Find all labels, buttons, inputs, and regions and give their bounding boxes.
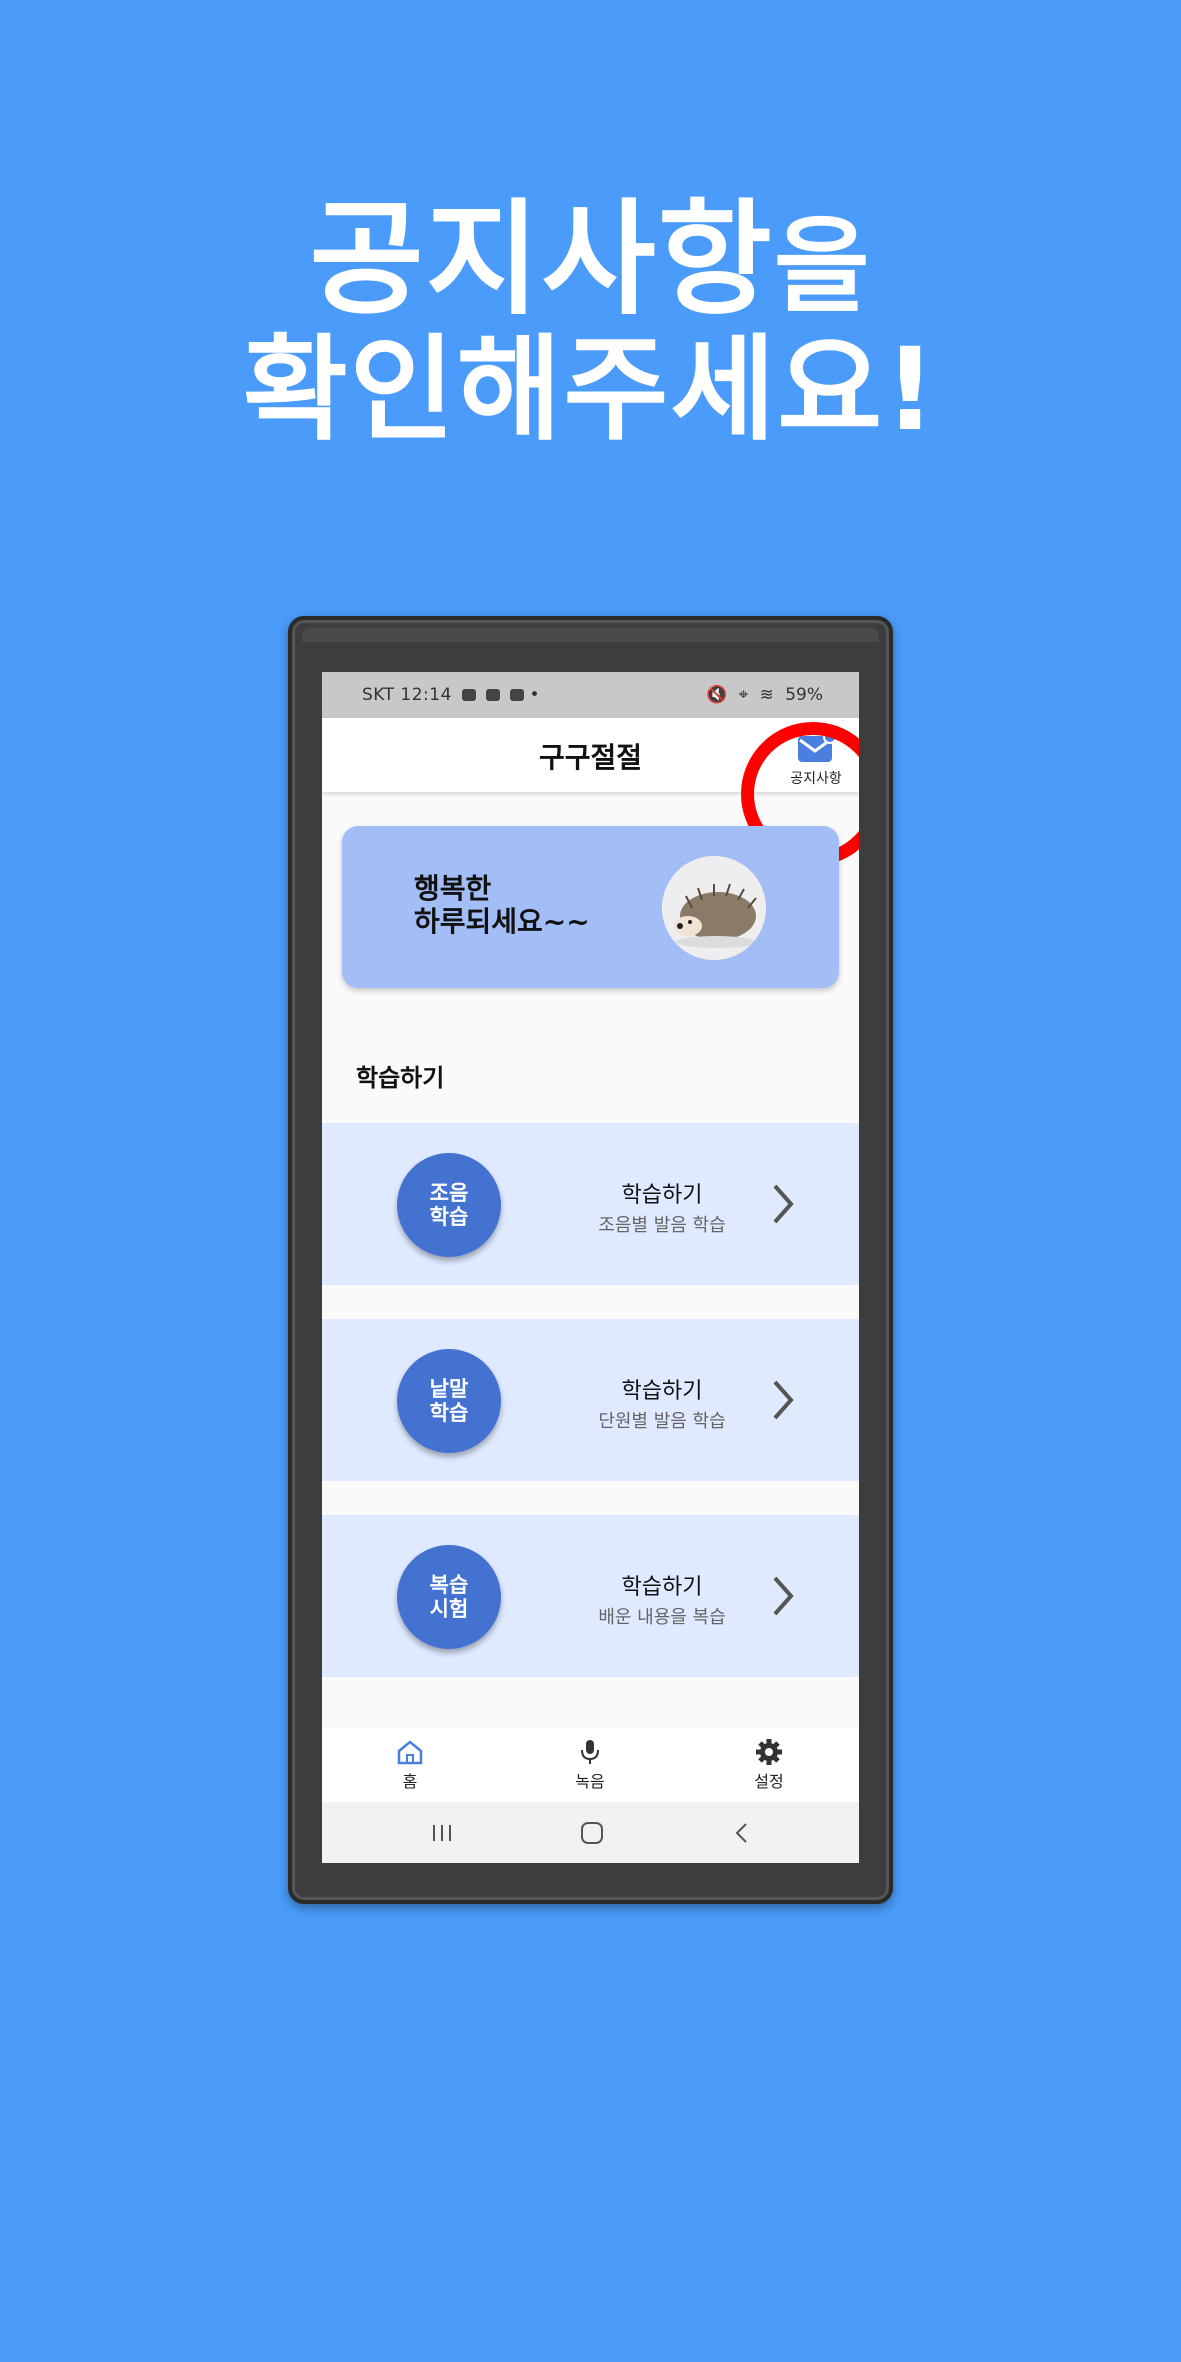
carrier-time-text: SKT 12:14 [362,685,452,705]
phone-frame: SKT 12:14 • 🔇 ⌖ ≋ 59% 구구절절 공지사항 행복한 하루되세… [288,616,893,1904]
headline-line2: 확인해주세요! [242,323,939,456]
study-subtitle: 배운 내용을 복습 [598,1607,726,1628]
headline-line1: 공지사항을 [0,190,1181,336]
study-title: 학습하기 [621,1379,703,1404]
wifi-icon: ≋ [759,685,774,705]
recent-apps-icon[interactable] [422,1820,462,1846]
chat-notification-icon [461,689,476,701]
nav-settings[interactable]: 설정 [709,1738,829,1792]
nav-record-label: 녹음 [575,1772,605,1791]
more-notifications-dot-icon: • [529,685,541,705]
back-icon[interactable] [722,1820,762,1846]
hedgehog-image [662,856,766,960]
study-text: 학습하기 조음별 발음 학습 [562,1177,762,1237]
chevron-right-icon [773,1576,794,1616]
study-badge: 조음 학습 [397,1153,501,1257]
nav-settings-label: 설정 [754,1772,784,1791]
greeting-card: 행복한 하루되세요~~ [342,826,839,988]
study-subtitle: 단원별 발음 학습 [598,1411,726,1432]
nav-record[interactable]: 녹음 [530,1738,650,1792]
gear-icon [756,1739,782,1765]
study-row-words[interactable]: 낱말 학습 학습하기 단원별 발음 학습 [322,1319,859,1481]
app-notification-icon [485,689,500,701]
status-bar: SKT 12:14 • 🔇 ⌖ ≋ 59% [322,672,859,718]
nav-home[interactable]: 홈 [350,1738,470,1792]
home-button-icon[interactable] [572,1820,612,1846]
home-icon [397,1740,423,1765]
headline-line1-suffix: 을 [773,205,872,327]
headline-line1-main: 공지사항 [309,188,774,332]
chevron-right-icon [773,1380,794,1420]
microphone-icon [581,1740,599,1764]
mute-icon: 🔇 [705,685,728,705]
study-title: 학습하기 [621,1183,703,1208]
section-title: 학습하기 [356,1064,445,1092]
study-row-review[interactable]: 복습 시험 학습하기 배운 내용을 복습 [322,1515,859,1677]
location-icon: ⌖ [738,685,749,705]
chevron-right-icon [773,1184,794,1224]
study-subtitle: 조음별 발음 학습 [598,1215,726,1236]
twitch-notification-icon [509,689,524,701]
phone-top-bezel [302,628,879,642]
greeting-text: 행복한 하루되세요~~ [414,872,590,938]
study-text: 학습하기 배운 내용을 복습 [562,1569,762,1629]
system-nav-bar [322,1802,859,1863]
study-row-articulation[interactable]: 조음 학습 학습하기 조음별 발음 학습 [322,1123,859,1285]
status-carrier-time: SKT 12:14 • [362,685,540,705]
study-badge: 낱말 학습 [397,1349,501,1453]
battery-text: 59% [785,685,823,705]
nav-home-label: 홈 [402,1772,418,1791]
phone-screen: SKT 12:14 • 🔇 ⌖ ≋ 59% 구구절절 공지사항 행복한 하루되세… [322,672,859,1863]
status-right: 🔇 ⌖ ≋ 59% [700,685,823,705]
study-badge: 복습 시험 [397,1545,501,1649]
hedgehog-avatar [662,856,766,960]
bottom-nav: 홈 녹음 설정 [322,1728,859,1802]
study-text: 학습하기 단원별 발음 학습 [562,1373,762,1433]
app-bar: 구구절절 공지사항 [322,718,859,866]
study-title: 학습하기 [621,1575,703,1600]
